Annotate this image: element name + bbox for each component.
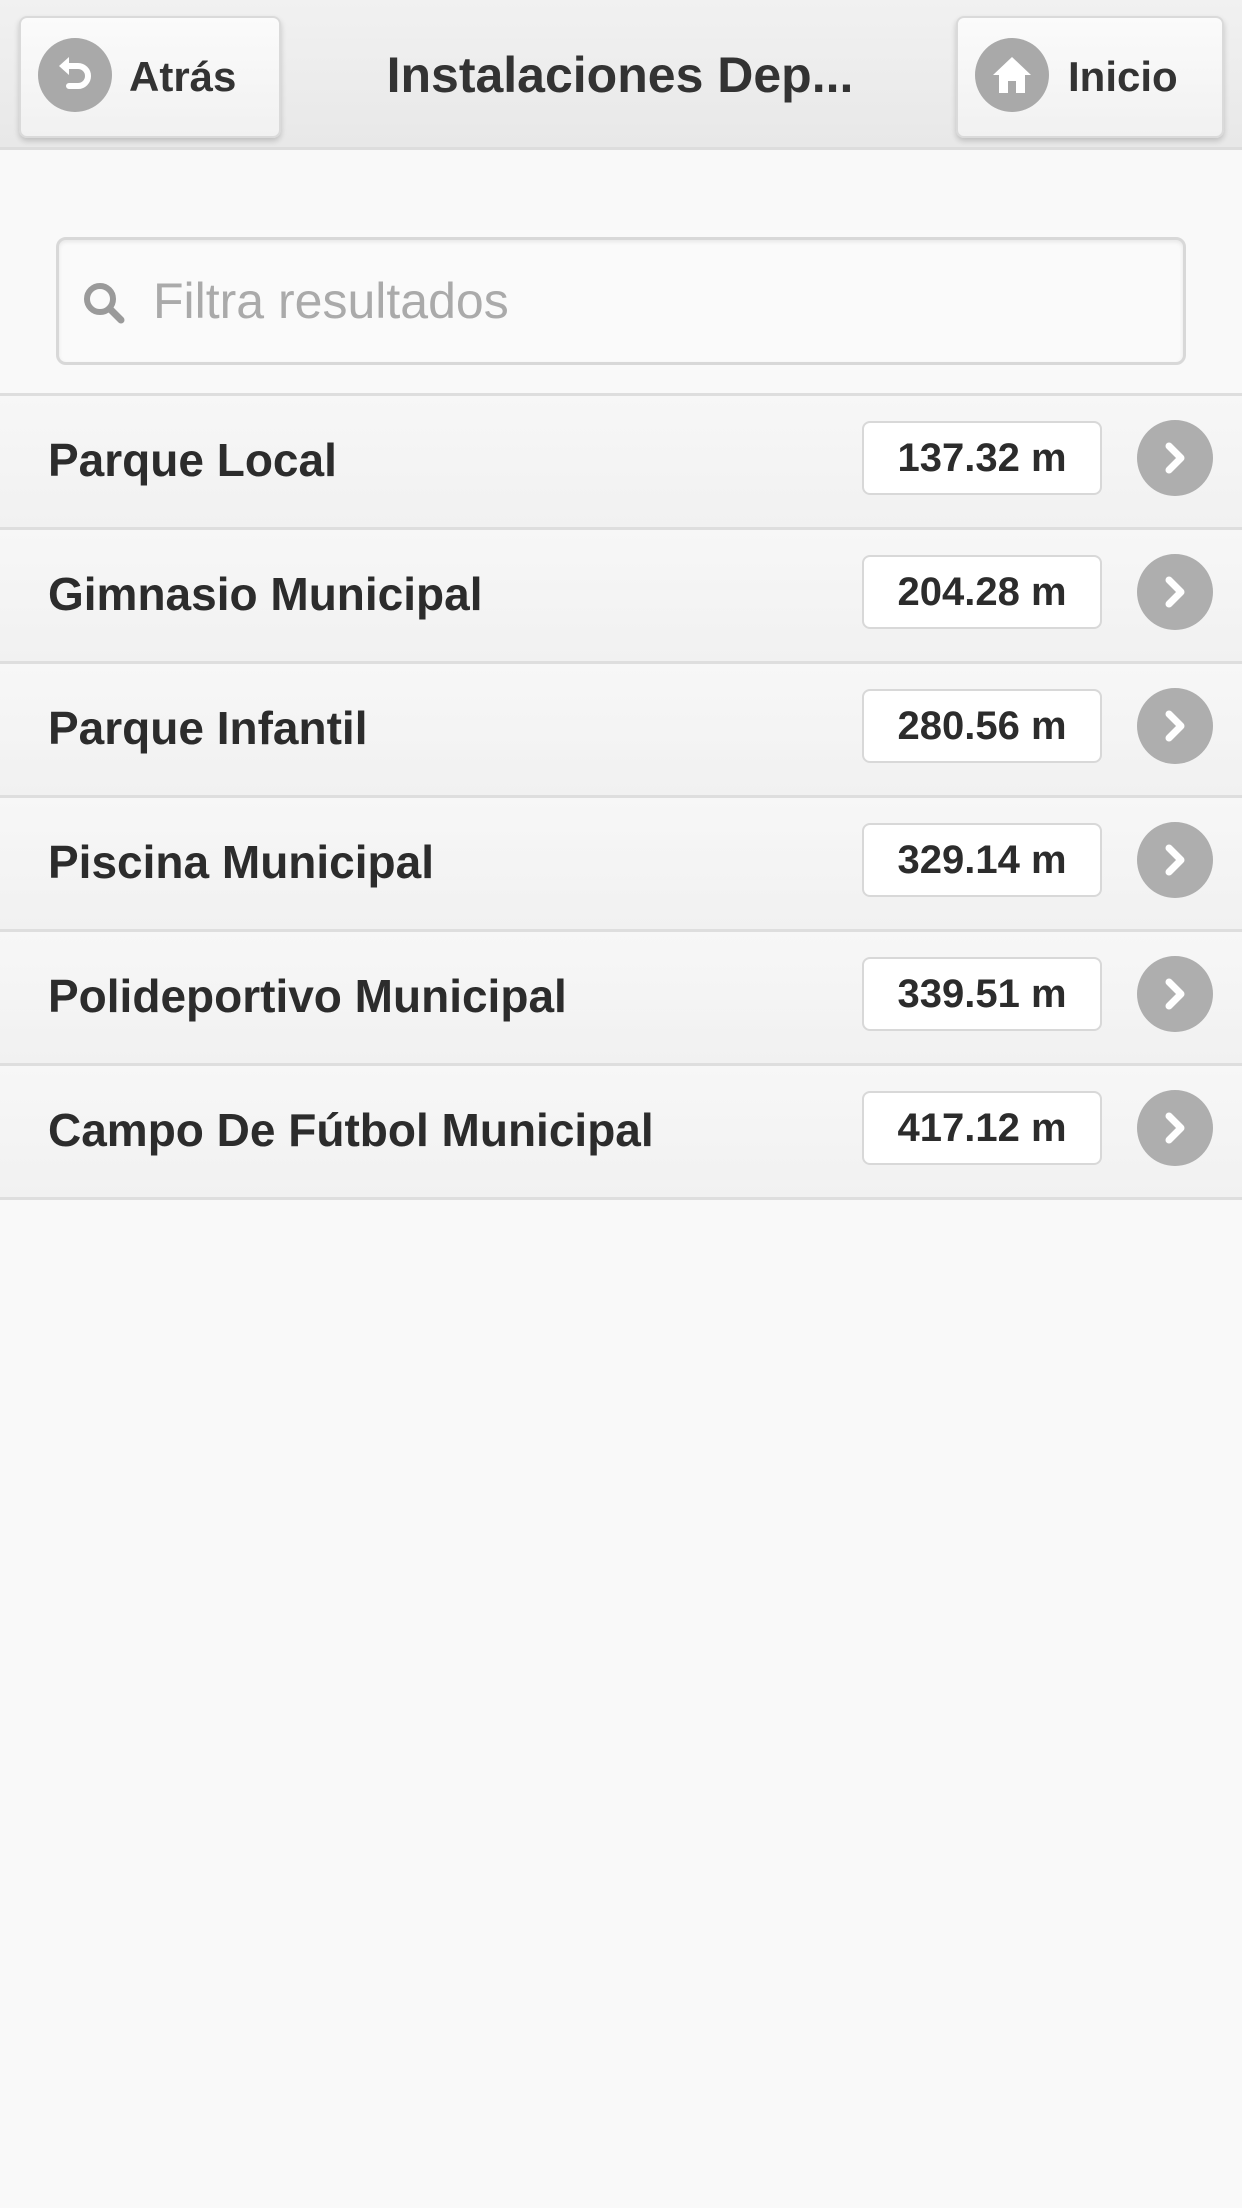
chevron-right-icon[interactable] — [1137, 1090, 1213, 1166]
item-name: Piscina Municipal — [48, 836, 434, 888]
distance-badge: 204.28 m — [862, 555, 1102, 629]
chevron-right-icon[interactable] — [1137, 822, 1213, 898]
distance-badge: 280.56 m — [862, 689, 1102, 763]
list-item[interactable]: Parque Infantil 280.56 m — [0, 664, 1242, 798]
distance-badge: 137.32 m — [862, 421, 1102, 495]
item-name: Parque Local — [48, 434, 337, 486]
list-item[interactable]: Campo De Fútbol Municipal 417.12 m — [0, 1066, 1242, 1200]
header-bar: Atrás Instalaciones Dep... Inicio — [0, 0, 1242, 150]
item-name: Parque Infantil — [48, 702, 368, 754]
chevron-right-icon[interactable] — [1137, 688, 1213, 764]
chevron-right-icon[interactable] — [1137, 554, 1213, 630]
back-button[interactable]: Atrás — [19, 16, 281, 138]
home-button[interactable]: Inicio — [956, 16, 1224, 138]
back-button-label: Atrás — [129, 53, 237, 100]
search-icon — [77, 276, 133, 332]
list-item[interactable]: Piscina Municipal 329.14 m — [0, 798, 1242, 932]
distance-badge: 329.14 m — [862, 823, 1102, 897]
home-button-label: Inicio — [1068, 53, 1178, 100]
page-title: Instalaciones Dep... — [386, 47, 854, 103]
home-icon — [975, 38, 1049, 112]
chevron-right-icon[interactable] — [1137, 420, 1213, 496]
back-arrow-icon — [38, 38, 112, 112]
distance-badge: 417.12 m — [862, 1091, 1102, 1165]
list-item[interactable]: Parque Local 137.32 m — [0, 396, 1242, 530]
list-item[interactable]: Polideportivo Municipal 339.51 m — [0, 932, 1242, 1066]
search-field — [56, 237, 1186, 365]
results-list: Parque Local 137.32 m Gimnasio Municipal… — [0, 393, 1242, 1200]
search-input[interactable] — [153, 240, 1153, 362]
list-item[interactable]: Gimnasio Municipal 204.28 m — [0, 530, 1242, 664]
distance-badge: 339.51 m — [862, 957, 1102, 1031]
chevron-right-icon[interactable] — [1137, 956, 1213, 1032]
item-name: Campo De Fútbol Municipal — [48, 1104, 654, 1156]
item-name: Gimnasio Municipal — [48, 568, 483, 620]
item-name: Polideportivo Municipal — [48, 970, 567, 1022]
